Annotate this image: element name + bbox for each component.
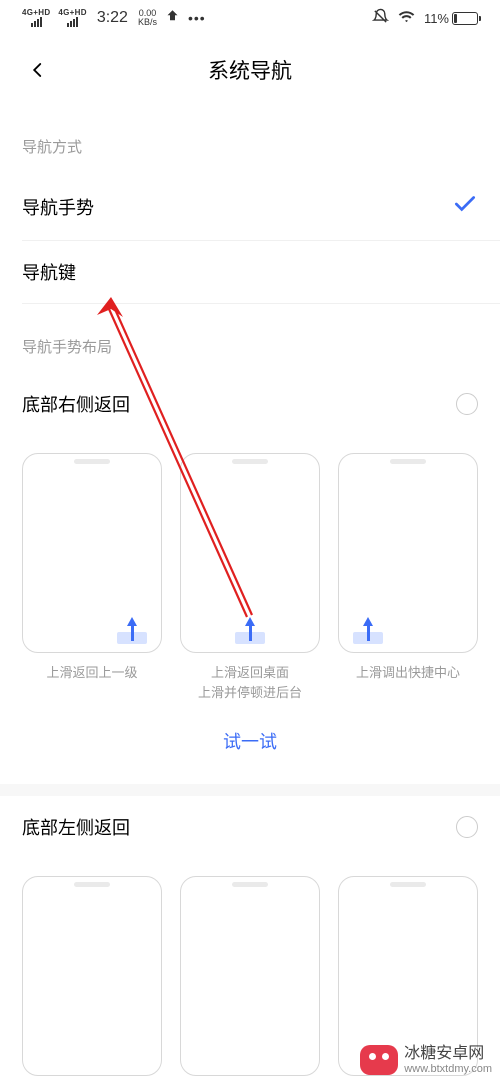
option-gesture-label: 导航手势 — [22, 194, 94, 220]
layout-bottom-left-label: 底部左侧返回 — [22, 814, 130, 840]
option-keys-label: 导航键 — [22, 259, 76, 285]
status-time: 3:22 — [97, 9, 128, 27]
watermark-logo-icon — [360, 1045, 398, 1075]
section-gesture-layout: 导航手势布局 — [0, 304, 500, 373]
radio-icon — [456, 816, 478, 838]
watermark: 冰糖安卓网 www.btxtdmy.com — [360, 1045, 492, 1076]
layout-bottom-left[interactable]: 底部左侧返回 — [0, 796, 500, 858]
radio-icon — [456, 393, 478, 415]
layout-bottom-right[interactable]: 底部右侧返回 — [0, 373, 500, 435]
battery-indicator: 11% — [424, 11, 478, 26]
try-button[interactable]: 试一试 — [0, 702, 500, 784]
page-title: 系统导航 — [208, 55, 292, 85]
divider — [0, 784, 500, 796]
more-icon: ••• — [188, 10, 206, 26]
status-bar: 4G+HD 4G+HD 3:22 0.00 KB/s ••• 11% — [0, 0, 500, 36]
option-keys[interactable]: 导航键 — [0, 241, 500, 303]
net-speed: 0.00 KB/s — [138, 9, 157, 27]
check-icon — [452, 191, 478, 222]
phone-illustration-row: 上滑返回上一级 上滑返回桌面 上滑并停顿进后台 上滑调出快捷中心 — [0, 435, 500, 702]
layout-bottom-right-label: 底部右侧返回 — [22, 391, 130, 417]
signal-1: 4G+HD — [22, 9, 50, 27]
phone-mock-2: 上滑返回桌面 上滑并停顿进后台 — [180, 453, 320, 702]
wifi-icon — [398, 8, 415, 28]
section-nav-mode: 导航方式 — [0, 104, 500, 173]
phone-mock-3: 上滑调出快捷中心 — [338, 453, 478, 702]
option-gesture[interactable]: 导航手势 — [0, 173, 500, 240]
bell-icon — [372, 8, 389, 28]
title-bar: 系统导航 — [0, 36, 500, 104]
phone-mock-1: 上滑返回上一级 — [22, 453, 162, 702]
hotspot-icon — [165, 9, 180, 27]
signal-2: 4G+HD — [58, 9, 86, 27]
back-button[interactable] — [20, 52, 56, 88]
phone-illustration-row-2 — [0, 858, 500, 1076]
